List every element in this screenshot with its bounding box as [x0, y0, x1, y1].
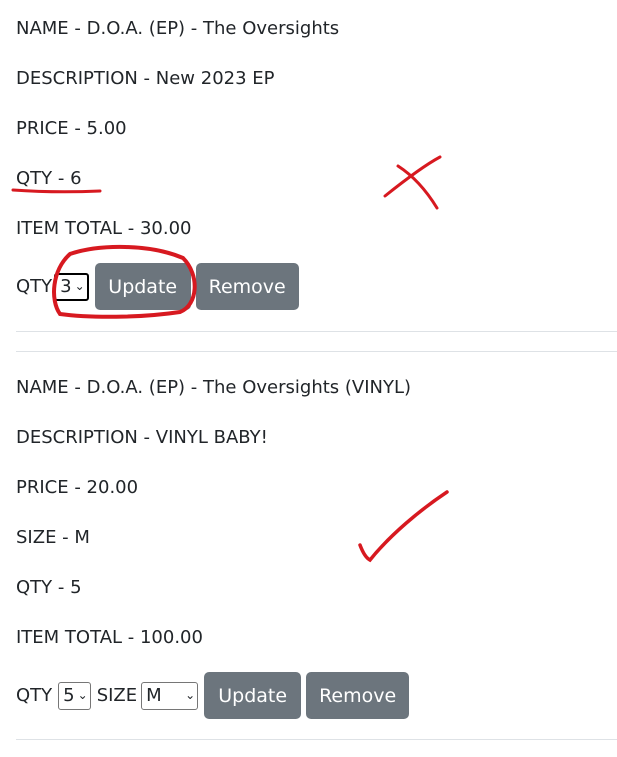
item-1-controls: QTY 3 ⌄ Update Remove — [16, 263, 304, 310]
item-2-description: DESCRIPTION - VINYL BABY! — [16, 427, 268, 448]
item-2-controls: QTY 5 ⌄ SIZE M ⌄ Update Remove — [16, 672, 414, 719]
item-1-remove-button[interactable]: Remove — [195, 263, 299, 310]
item-1-update-button[interactable]: Update — [94, 263, 191, 310]
checkmark-annotation — [358, 490, 449, 563]
item-2-qty-label: QTY — [16, 685, 53, 706]
item-1-description: DESCRIPTION - New 2023 EP — [16, 68, 275, 89]
item-2-total: ITEM TOTAL - 100.00 — [16, 627, 203, 648]
item-1-qty-label: QTY — [16, 276, 53, 297]
item-2-price: PRICE - 20.00 — [16, 477, 139, 498]
cross-mark-annotation — [383, 155, 442, 210]
item-1-total: ITEM TOTAL - 30.00 — [16, 218, 192, 239]
item-2-size-label: SIZE — [96, 685, 138, 706]
item-1-name: NAME - D.O.A. (EP) - The Oversights — [16, 18, 340, 39]
divider — [16, 351, 617, 352]
divider — [16, 739, 617, 740]
item-2-size-select[interactable]: M ⌄ — [141, 681, 199, 710]
item-1-qty: QTY - 6 — [16, 168, 82, 189]
item-1-qty-select[interactable]: 3 ⌄ — [54, 272, 89, 301]
item-2-name: NAME - D.O.A. (EP) - The Oversights (VIN… — [16, 377, 412, 398]
item-2-remove-button[interactable]: Remove — [306, 672, 410, 719]
item-1-price: PRICE - 5.00 — [16, 118, 127, 139]
item-2-update-button[interactable]: Update — [204, 672, 302, 719]
item-2-qty-select[interactable]: 5 ⌄ — [58, 681, 91, 710]
item-1-qty-select-value: 3 — [60, 276, 72, 297]
item-2-qty: QTY - 5 — [16, 577, 82, 598]
item-2-size-select-value: M — [146, 685, 162, 706]
chevron-down-icon: ⌄ — [185, 687, 196, 702]
divider — [16, 331, 617, 332]
chevron-down-icon: ⌄ — [77, 687, 88, 702]
chevron-down-icon: ⌄ — [74, 278, 85, 293]
item-2-size: SIZE - M — [16, 527, 90, 548]
item-2-qty-select-value: 5 — [63, 685, 75, 706]
